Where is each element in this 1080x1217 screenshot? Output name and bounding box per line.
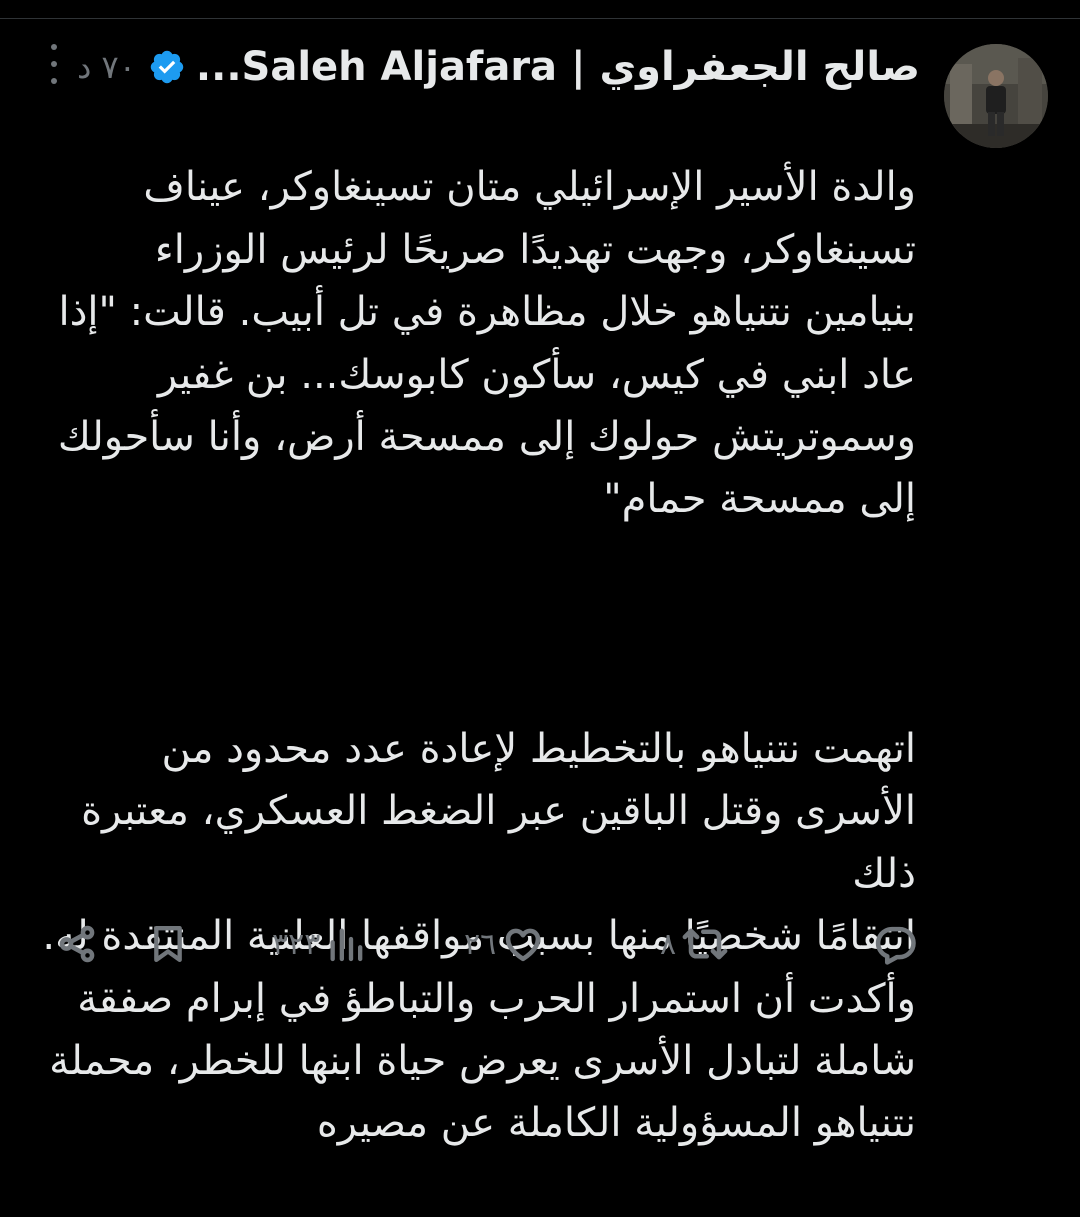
reposts-count: ٨ — [660, 926, 677, 962]
bookmark-icon — [154, 926, 182, 962]
views-icon — [330, 928, 363, 962]
tweet-text: والدة الأسير الإسرائيلي متان تسينغاوكر، … — [36, 94, 916, 1217]
views-count: ٣٢٣ — [272, 926, 321, 962]
tweet-paragraph-1: والدة الأسير الإسرائيلي متان تسينغاوكر، … — [57, 164, 916, 523]
verified-badge-icon — [150, 50, 184, 84]
bookmark-button[interactable] — [148, 914, 188, 974]
likes-count: ٢٦ — [464, 926, 497, 962]
repost-icon — [682, 928, 728, 960]
action-bar: ٣٢٣ ٢٦ ٨ — [44, 914, 924, 974]
share-button[interactable] — [56, 914, 98, 974]
more-icon — [51, 44, 57, 50]
author-display-name[interactable]: صالح الجعفراوي | Saleh Aljafara... — [196, 40, 920, 94]
views-button[interactable]: ٣٢٣ — [272, 914, 366, 974]
more-options-button[interactable] — [44, 44, 64, 84]
reply-button[interactable] — [868, 914, 918, 974]
repost-button[interactable]: ٨ — [660, 914, 728, 974]
like-icon — [506, 928, 541, 962]
like-button[interactable]: ٢٦ — [464, 914, 544, 974]
reply-icon — [875, 926, 916, 965]
post-time[interactable]: ٧٠ د — [77, 40, 136, 94]
top-divider — [0, 18, 1080, 19]
tweet-header: صالح الجعفراوي | Saleh Aljafara... ٧٠ د — [40, 40, 920, 94]
avatar-image — [944, 44, 1048, 148]
avatar[interactable] — [944, 44, 1048, 148]
share-icon — [59, 925, 95, 963]
